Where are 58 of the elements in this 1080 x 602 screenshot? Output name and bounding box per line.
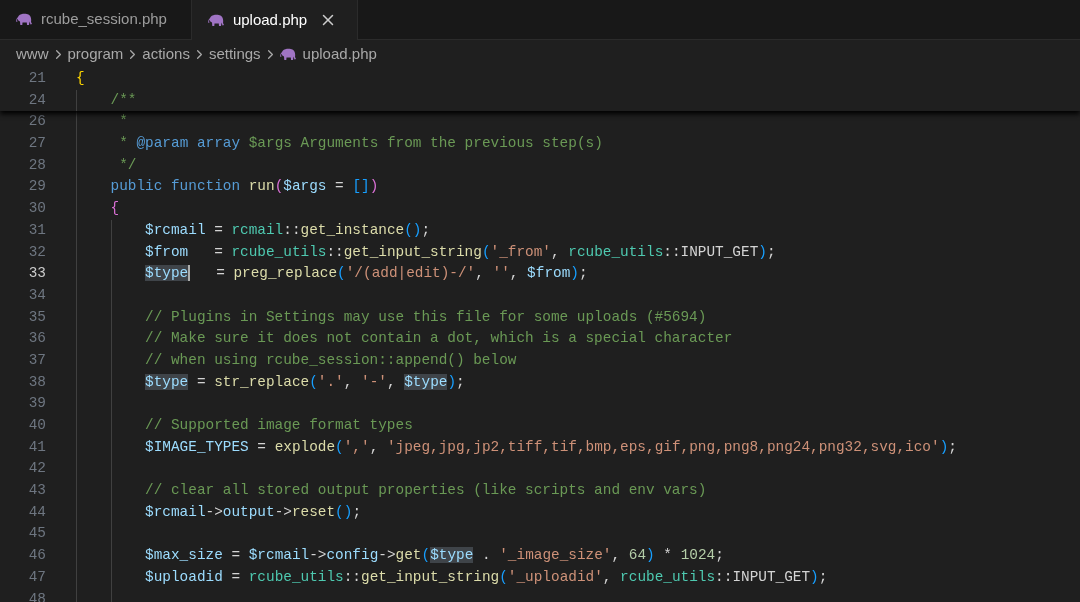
breadcrumb-item[interactable]: upload.php — [279, 42, 377, 66]
line-number: 32 — [27, 242, 46, 262]
breadcrumb-item[interactable]: settings — [208, 42, 261, 66]
line-number: 27 — [27, 134, 46, 154]
line-number: 34 — [27, 285, 46, 305]
line-number: 41 — [27, 437, 46, 457]
code-line: $IMAGE_TYPES = explode(',', 'jpeg,jpg,jp2,tiff,tif,bmp,eps,gif,png,png8,png24,png32,svg,ico'); — [145, 437, 957, 457]
editor-tab[interactable]: rcube_session.php — [0, 0, 192, 40]
line-number: 33 — [27, 264, 46, 284]
line-number: 39 — [27, 394, 46, 414]
code-line: { — [110, 199, 120, 219]
elephant-icon — [207, 13, 225, 27]
code-line: $rcmail->output->reset(); — [145, 502, 361, 522]
code-line: $max_size = $rcmail->config->get($type . '_image_size', 64) * 1024; — [145, 546, 724, 566]
line-number: 37 — [27, 350, 46, 370]
code-line: public function run($args = []) — [110, 177, 379, 197]
code-line: $uploadid = rcube_utils::get_input_string('_uploadid', rcube_utils::INPUT_GET); — [145, 567, 828, 587]
line-number: 28 — [27, 155, 46, 175]
breadcrumb-item[interactable]: program — [67, 42, 124, 66]
line-number: 43 — [27, 481, 46, 501]
line-number: 42 — [27, 459, 46, 479]
line-number: 46 — [27, 546, 46, 566]
line-number: 40 — [27, 416, 46, 435]
line-number: 36 — [27, 329, 46, 349]
breadcrumb-item[interactable]: www — [16, 42, 49, 66]
line-number: 47 — [27, 567, 46, 587]
code-line: * — [118, 112, 128, 132]
code-line: * @param array $args Arguments from the previous step(s) — [118, 134, 603, 154]
tab-label: upload.php — [232, 9, 309, 30]
elephant-icon — [279, 47, 297, 61]
code-line: $from = rcube_utils::get_input_string('_from', rcube_utils::INPUT_GET); — [145, 242, 776, 262]
code-line: // Make sure it does not contain a dot, which is a special character — [145, 329, 733, 349]
code-line: $type = str_replace('.', '-', $type); — [145, 372, 465, 392]
line-number: 24 — [27, 90, 46, 110]
line-number: 44 — [27, 502, 46, 522]
code-line: $rcmail = rcmail::get_instance(); — [145, 220, 431, 240]
code-line: $type = preg_replace('/(add|edit)-/', '', $from); — [145, 264, 588, 284]
line-number: 38 — [27, 372, 46, 392]
editor-tab[interactable]: upload.php — [191, 0, 359, 40]
code-line: // clear all stored output properties (like scripts and env vars) — [145, 481, 707, 501]
tab-label: rcube_session.php — [41, 9, 168, 30]
code-line: // Supported image format types — [145, 416, 413, 435]
code-line: */ — [118, 155, 137, 175]
code-line: // Plugins in Settings may use this file for some uploads (#5694) — [145, 307, 707, 327]
line-number: 30 — [27, 199, 46, 219]
breadcrumb-item[interactable]: actions — [142, 42, 190, 66]
breadcrumb-label: upload.php — [302, 43, 377, 64]
line-number: 45 — [27, 524, 46, 544]
line-number: 21 — [27, 69, 46, 88]
line-number: 29 — [27, 177, 46, 197]
line-number: 48 — [27, 589, 46, 602]
line-number: 26 — [27, 112, 46, 132]
line-number: 31 — [27, 220, 46, 240]
elephant-icon — [16, 13, 33, 26]
line-number: 35 — [27, 307, 46, 327]
code-line: // when using rcube_session::append() below — [145, 350, 517, 370]
code-line: /** — [110, 90, 137, 110]
code-line: { — [76, 69, 85, 88]
